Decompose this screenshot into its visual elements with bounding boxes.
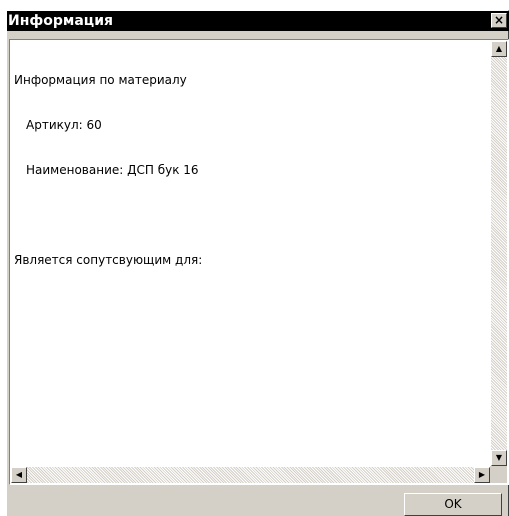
close-icon: × [493, 13, 505, 27]
scroll-left-button[interactable]: ◀ [11, 467, 27, 483]
scrollbar-corner [490, 466, 507, 483]
arrow-up-icon: ▲ [495, 44, 503, 53]
horizontal-scrollbar[interactable]: ◀ ▶ [11, 467, 490, 483]
scroll-up-button[interactable]: ▲ [491, 41, 507, 57]
related-heading: Является сопутсвующим для: [14, 253, 203, 267]
info-heading: Информация по материалу [14, 73, 187, 87]
arrow-down-icon: ▼ [495, 453, 503, 462]
dialog-title: Информация [8, 13, 113, 29]
article-line: Артикул: 60 [26, 118, 102, 132]
title-bar: Информация × [7, 11, 509, 31]
info-text: Информация по материалу Артикул: 60 Наим… [14, 43, 488, 464]
arrow-right-icon: ▶ [478, 470, 486, 479]
close-button[interactable]: × [491, 13, 507, 28]
name-line: Наименование: ДСП бук 16 [26, 163, 199, 177]
scroll-down-button[interactable]: ▼ [491, 450, 507, 466]
scroll-right-button[interactable]: ▶ [474, 467, 490, 483]
ok-button[interactable]: OK [404, 493, 502, 516]
arrow-left-icon: ◀ [15, 470, 23, 479]
info-text-area[interactable]: Информация по материалу Артикул: 60 Наим… [9, 39, 509, 485]
vertical-scrollbar[interactable]: ▲ ▼ [491, 41, 507, 466]
info-dialog: Информация × Информация по материалу Арт… [6, 10, 509, 516]
